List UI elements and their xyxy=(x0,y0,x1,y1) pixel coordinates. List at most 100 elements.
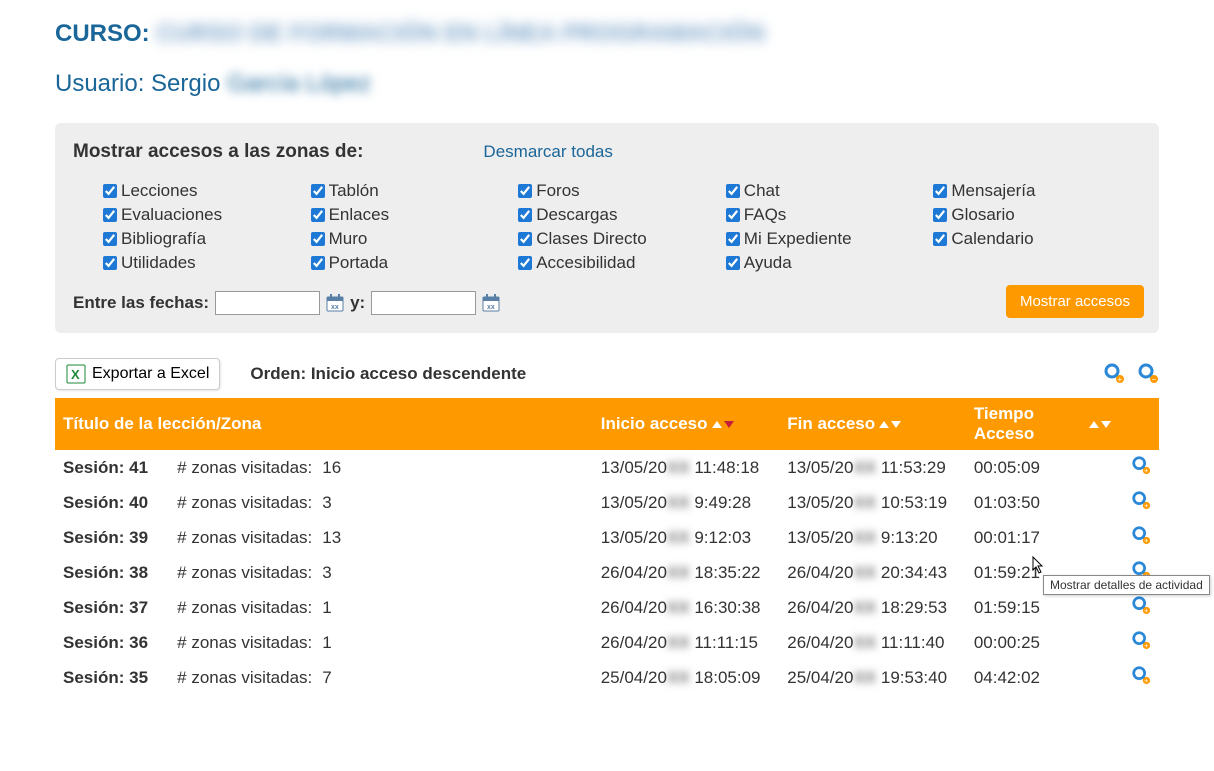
time-cell: 00:01:17 xyxy=(966,520,1120,555)
zone-checkbox[interactable] xyxy=(518,256,532,270)
zones-count: 1 xyxy=(312,633,331,652)
checkbox-item: Accesibilidad xyxy=(518,253,726,273)
zone-checkbox[interactable] xyxy=(933,232,947,246)
zone-checkbox[interactable] xyxy=(726,184,740,198)
svg-text:+: + xyxy=(1144,676,1148,685)
sort-up-icon[interactable] xyxy=(1089,421,1099,428)
date-to-input[interactable] xyxy=(371,291,476,315)
svg-text:xx: xx xyxy=(487,304,495,311)
zone-checkbox[interactable] xyxy=(311,256,325,270)
sort-down-icon[interactable] xyxy=(1101,421,1111,428)
sort-down-icon[interactable] xyxy=(724,421,734,428)
zone-checkbox[interactable] xyxy=(518,208,532,222)
session-number: 36 xyxy=(129,633,167,653)
start-cell: 13/05/20XX 9:49:28 xyxy=(593,485,780,520)
end-cell: 25/04/20XX 19:53:40 xyxy=(779,660,966,695)
detail-icon[interactable]: + xyxy=(1131,530,1151,549)
checkbox-label: Enlaces xyxy=(329,205,389,225)
checkbox-item: Chat xyxy=(726,181,934,201)
end-cell: 26/04/20XX 18:29:53 xyxy=(779,590,966,625)
sort-up-icon[interactable] xyxy=(879,421,889,428)
user-name-visible: Sergio xyxy=(151,70,220,97)
time-cell: 04:42:02 xyxy=(966,660,1120,695)
th-start[interactable]: Inicio acceso xyxy=(593,398,780,450)
zones-count: 13 xyxy=(312,528,341,547)
time-cell: 01:03:50 xyxy=(966,485,1120,520)
checkbox-label: Calendario xyxy=(951,229,1033,249)
checkbox-label: FAQs xyxy=(744,205,787,225)
session-label: Sesión: xyxy=(63,458,124,477)
checkbox-label: Lecciones xyxy=(121,181,198,201)
checkbox-label: Evaluaciones xyxy=(121,205,222,225)
calendar-icon[interactable]: xx xyxy=(482,294,500,312)
svg-text:+: + xyxy=(1144,466,1148,475)
user-header: Usuario: Sergio García López xyxy=(55,70,1159,98)
session-label: Sesión: xyxy=(63,528,124,547)
checkbox-label: Mensajería xyxy=(951,181,1035,201)
th-action xyxy=(1119,398,1159,450)
detail-icon[interactable]: + xyxy=(1131,670,1151,689)
zone-checkbox[interactable] xyxy=(933,208,947,222)
table-row: Sesión: 37# zonas visitadas:126/04/20XX … xyxy=(55,590,1159,625)
th-time[interactable]: Tiempo Acceso xyxy=(966,398,1120,450)
detail-icon[interactable]: + xyxy=(1131,495,1151,514)
zone-checkbox[interactable] xyxy=(103,208,117,222)
zone-checkbox[interactable] xyxy=(103,256,117,270)
checkbox-item: Mi Expediente xyxy=(726,229,934,249)
time-cell: 00:05:09 xyxy=(966,450,1120,485)
zone-checkbox[interactable] xyxy=(726,256,740,270)
zone-checkbox[interactable] xyxy=(103,232,117,246)
checkbox-item: Evaluaciones xyxy=(103,205,311,225)
sort-up-icon[interactable] xyxy=(712,421,722,428)
show-access-button[interactable]: Mostrar accesos xyxy=(1006,285,1144,318)
checkbox-item: Descargas xyxy=(518,205,726,225)
end-cell: 13/05/20XX 9:13:20 xyxy=(779,520,966,555)
svg-text:+: + xyxy=(1144,606,1148,615)
table-row: Sesión: 41# zonas visitadas:1613/05/20XX… xyxy=(55,450,1159,485)
checkbox-label: Descargas xyxy=(536,205,617,225)
sort-down-icon[interactable] xyxy=(891,421,901,428)
zone-checkbox[interactable] xyxy=(311,232,325,246)
zone-checkbox[interactable] xyxy=(518,184,532,198)
session-label: Sesión: xyxy=(63,563,124,582)
collapse-all-icon[interactable]: − xyxy=(1137,362,1159,387)
checkbox-item: Calendario xyxy=(933,229,1141,249)
zones-label: # zonas visitadas: xyxy=(167,668,312,687)
zone-checkbox[interactable] xyxy=(103,184,117,198)
zone-checkbox[interactable] xyxy=(933,184,947,198)
checkbox-label: Foros xyxy=(536,181,579,201)
th-end[interactable]: Fin acceso xyxy=(779,398,966,450)
zone-checkbox[interactable] xyxy=(311,184,325,198)
checkbox-item: Tablón xyxy=(311,181,519,201)
zone-checkbox[interactable] xyxy=(726,208,740,222)
toolbar-row: X Exportar a Excel Orden: Inicio acceso … xyxy=(55,358,1159,390)
expand-all-icon[interactable]: + xyxy=(1103,362,1125,387)
th-title: Título de la lección/Zona xyxy=(55,398,593,450)
uncheck-all-link[interactable]: Desmarcar todas xyxy=(483,142,612,162)
course-header: CURSO: CURSO DE FORMACIÓN EN LÍNEA PROGR… xyxy=(55,20,1159,48)
detail-icon[interactable]: + xyxy=(1131,460,1151,479)
checkbox-item: Utilidades xyxy=(103,253,311,273)
date-from-input[interactable] xyxy=(215,291,320,315)
detail-icon[interactable]: + xyxy=(1131,600,1151,619)
table-header-row: Título de la lección/Zona Inicio acceso … xyxy=(55,398,1159,450)
zone-checkbox[interactable] xyxy=(518,232,532,246)
and-label: y: xyxy=(350,293,365,313)
export-excel-button[interactable]: X Exportar a Excel xyxy=(55,358,220,390)
zones-label: # zonas visitadas: xyxy=(167,633,312,652)
end-cell: 26/04/20XX 20:34:43 xyxy=(779,555,966,590)
detail-icon[interactable]: + xyxy=(1131,565,1151,584)
start-cell: 26/04/20XX 16:30:38 xyxy=(593,590,780,625)
zone-checkbox[interactable] xyxy=(726,232,740,246)
zone-checkbox[interactable] xyxy=(311,208,325,222)
calendar-icon[interactable]: xx xyxy=(326,294,344,312)
detail-icon[interactable]: + xyxy=(1131,635,1151,654)
zones-count: 1 xyxy=(312,598,331,617)
checkbox-label: Utilidades xyxy=(121,253,196,273)
checkbox-item: Clases Directo xyxy=(518,229,726,249)
time-cell: 00:00:25 xyxy=(966,625,1120,660)
checkbox-item: Mensajería xyxy=(933,181,1141,201)
checkbox-label: Muro xyxy=(329,229,368,249)
zones-label: # zonas visitadas: xyxy=(167,598,312,617)
table-row: Sesión: 39# zonas visitadas:1313/05/20XX… xyxy=(55,520,1159,555)
